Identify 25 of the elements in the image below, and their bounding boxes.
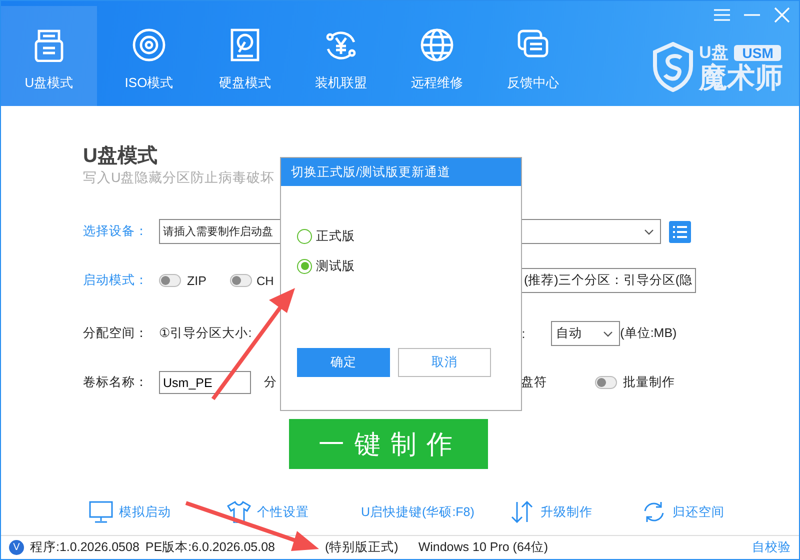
field-label: 选择设备： xyxy=(83,223,149,240)
logo-name: 魔术师 xyxy=(699,64,783,92)
status-text: Windows 10 Pro (64位) xyxy=(418,539,548,556)
status-text: 程序:1.0.2026.0508 xyxy=(30,539,140,556)
field-label: 卷标名称： xyxy=(83,374,149,391)
page-title: U盘模式 xyxy=(83,144,158,169)
radio-label: 测试版 xyxy=(316,258,355,274)
logo-text: U盘 xyxy=(699,42,728,62)
radio-label: 正式版 xyxy=(316,228,355,244)
option-label: CH xyxy=(256,274,274,288)
field-label: 启动模式： xyxy=(83,272,149,289)
field-label: : xyxy=(522,326,526,340)
dialog-title: 切换正式版/测试版更新通道 xyxy=(281,158,521,186)
field-label: 盘符 xyxy=(521,374,547,391)
status-text: PE版本:6.0.2026.05.08 xyxy=(145,539,275,556)
option-label: 批量制作 xyxy=(623,374,675,391)
status-text: (特别版正式) xyxy=(324,539,398,556)
unit-label: (单位:MB) xyxy=(620,325,677,342)
version-badge: V xyxy=(9,540,24,555)
field-label: 分配空间： xyxy=(83,325,149,342)
logo-badge: USM xyxy=(734,44,782,60)
field-label: 分 xyxy=(264,374,277,391)
option-label: ZIP xyxy=(187,274,206,288)
field-label: ①引导分区大小: xyxy=(159,325,252,342)
page-subtitle: 写入U盘隐藏分区防止病毒破坏 xyxy=(83,169,275,187)
